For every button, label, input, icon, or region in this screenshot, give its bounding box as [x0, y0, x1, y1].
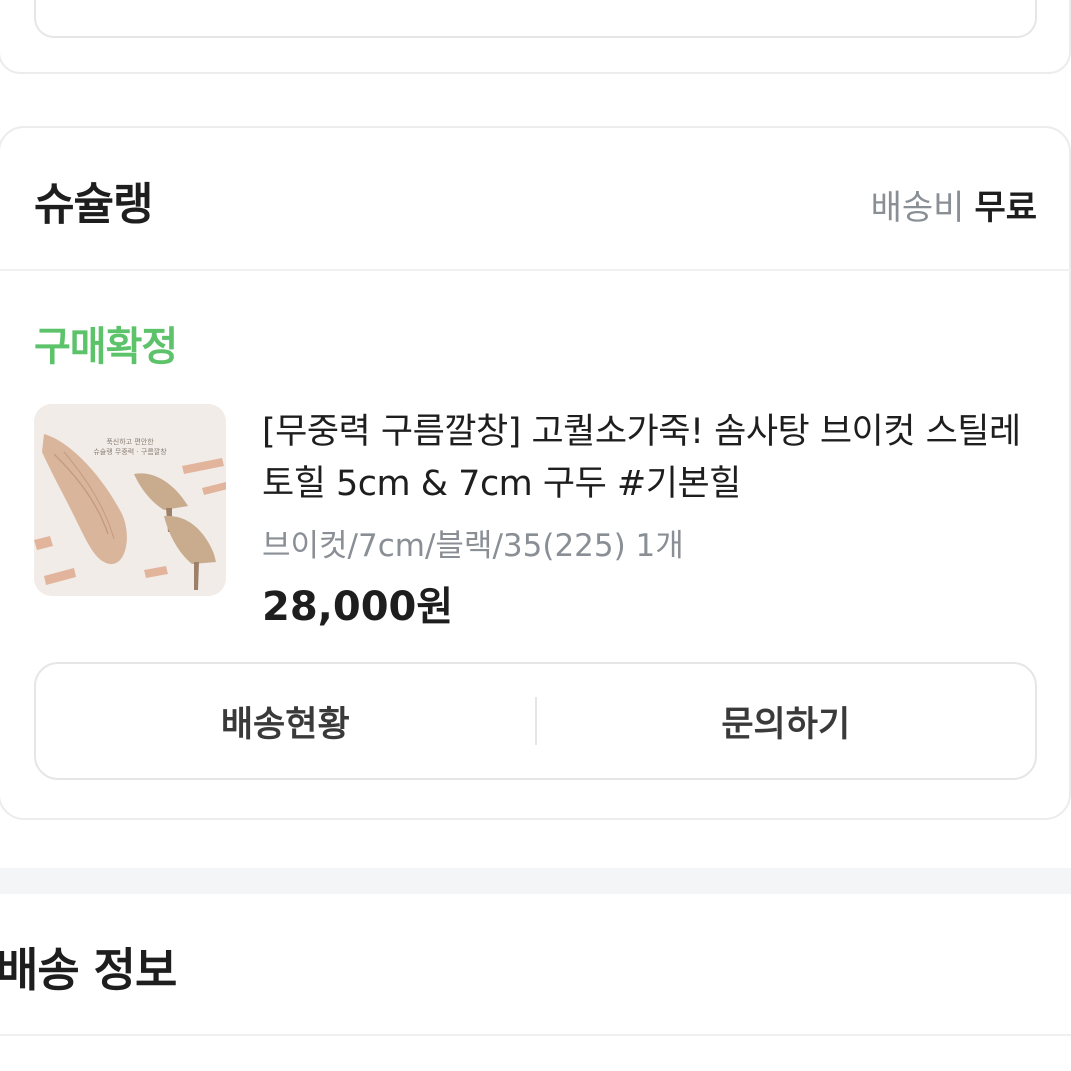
- delivery-status-button[interactable]: 배송현황: [36, 664, 535, 778]
- product-image: 푹신하고 편안한 슈슐랭 무중력 · 구름깔창: [34, 404, 226, 596]
- inquiry-button[interactable]: 문의하기: [537, 664, 1036, 778]
- shipping-fee-label: 배송비: [870, 188, 965, 228]
- section-separator: [0, 868, 1071, 894]
- thumbnail-caption-2: 슈슐랭 무중력 · 구름깔창: [93, 447, 167, 456]
- divider: [0, 1034, 1071, 1036]
- delivery-info-title: 배송 정보: [0, 943, 177, 997]
- shipping-fee-value: 무료: [974, 188, 1037, 228]
- order-detail-page: 슈슐랭 배송비무료 구매확정 푹신하고 편안한 슈슐랭 무중력 · 구름깔창: [0, 0, 1071, 1071]
- order-actions: 배송현황 문의하기: [34, 662, 1037, 780]
- product-option: 브이컷/7cm/블랙/35(225) 1개: [262, 528, 684, 564]
- product-thumbnail[interactable]: 푹신하고 편안한 슈슐랭 무중력 · 구름깔창: [34, 404, 226, 596]
- product-title[interactable]: [무중력 구름깔창] 고퀄소가죽! 솜사탕 브이컷 스틸레토힐 5cm & 7c…: [262, 406, 1042, 510]
- seller-name[interactable]: 슈슐랭: [34, 168, 153, 232]
- product-price: 28,000원: [262, 584, 454, 630]
- shipping-fee: 배송비 무료: [871, 180, 1037, 229]
- previous-card-button[interactable]: [34, 0, 1037, 38]
- order-status: 구매확정: [34, 324, 178, 370]
- divider: [0, 269, 1071, 271]
- thumbnail-caption-1: 푹신하고 편안한: [106, 437, 154, 446]
